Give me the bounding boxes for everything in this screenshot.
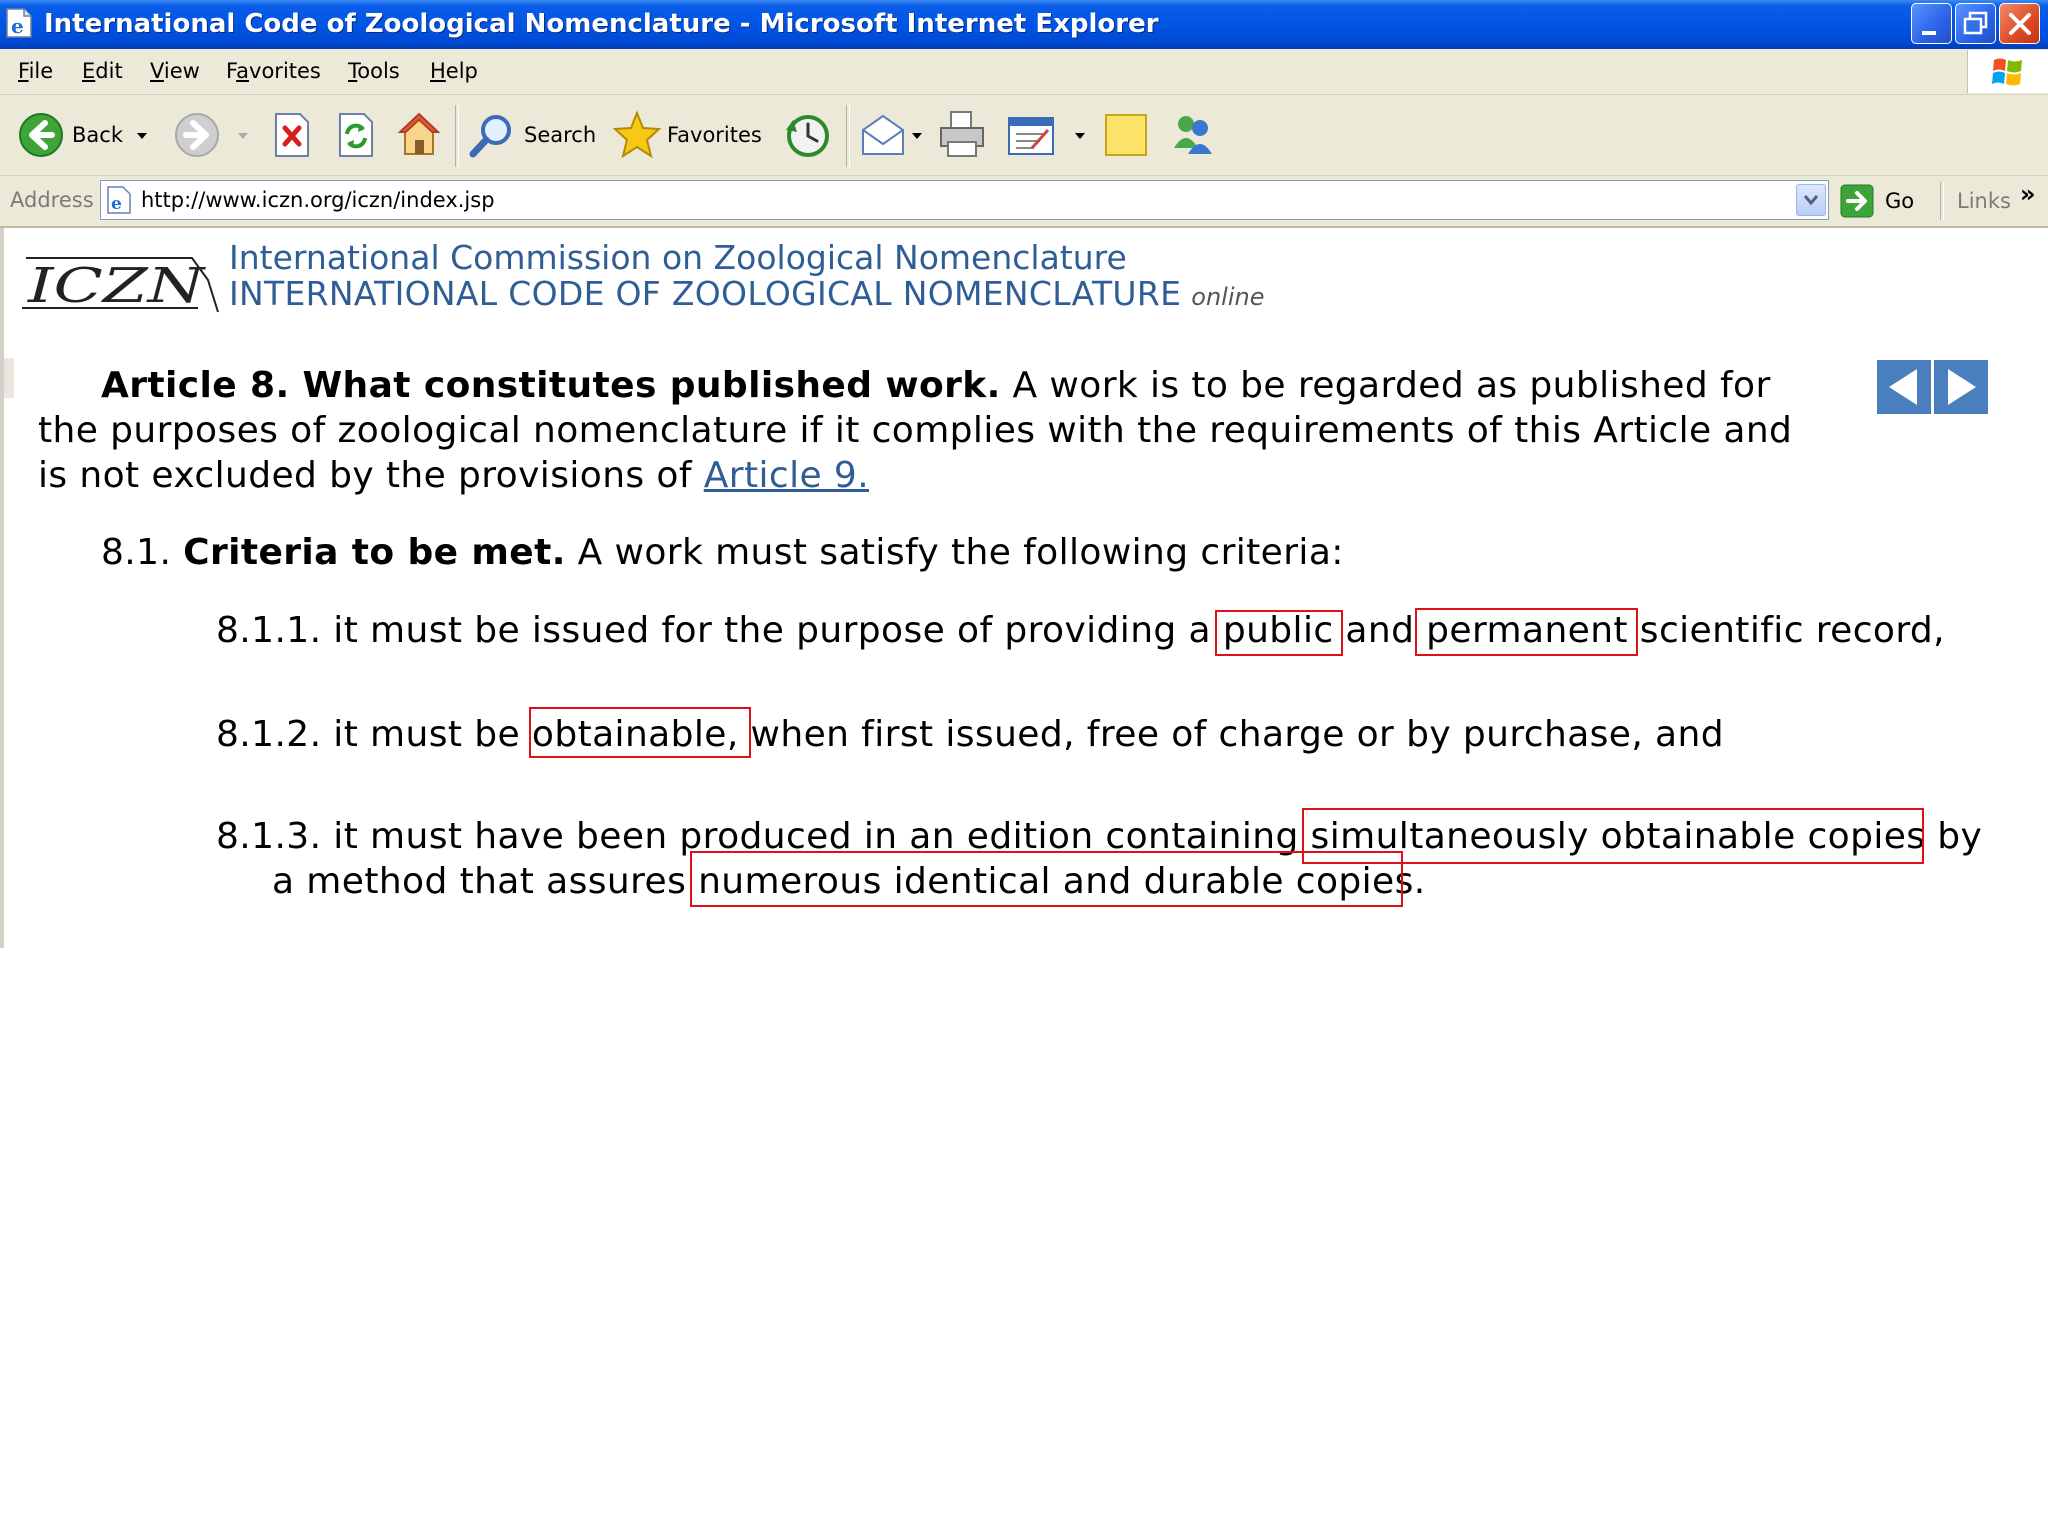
menu-file[interactable]: File xyxy=(18,57,53,85)
highlight-public xyxy=(1215,610,1343,656)
svg-text:e: e xyxy=(11,14,24,38)
criterion-8-1-1: 8.1.1. it must be issued for the purpose… xyxy=(216,610,1945,651)
article-heading: Article 8. What constitutes published wo… xyxy=(101,365,1001,406)
menu-view[interactable]: View xyxy=(150,57,200,85)
menu-help-label: elp xyxy=(445,59,478,83)
back-icon[interactable] xyxy=(18,112,64,158)
messenger-icon[interactable] xyxy=(1168,110,1218,160)
menu-tools-label: ools xyxy=(357,59,400,83)
back-dropdown-icon[interactable] xyxy=(137,133,147,139)
stop-icon[interactable] xyxy=(272,112,312,158)
previous-article-button[interactable] xyxy=(1877,360,1931,414)
address-dropdown-button[interactable] xyxy=(1796,184,1826,216)
menu-view-accel: V xyxy=(150,59,164,83)
address-input[interactable] xyxy=(141,185,1761,215)
address-bar: Address e Go Links » xyxy=(0,176,2048,228)
restore-icon xyxy=(1963,11,1988,35)
minimize-icon xyxy=(1922,31,1936,35)
window-title: International Code of Zoological Nomencl… xyxy=(44,9,1159,39)
chevron-down-icon xyxy=(1803,195,1819,206)
article-intro-line-2: the purposes of zoological nomenclature … xyxy=(38,410,1793,451)
refresh-icon[interactable] xyxy=(336,112,376,158)
menu-edit[interactable]: Edit xyxy=(82,57,123,85)
menu-file-label: ile xyxy=(28,59,54,83)
section-number: 8.1. xyxy=(101,532,184,573)
back-label[interactable]: Back xyxy=(72,121,123,149)
menu-view-label: iew xyxy=(163,59,200,83)
highlight-obtainable xyxy=(529,707,751,758)
svg-text:e: e xyxy=(111,194,122,214)
restore-button[interactable] xyxy=(1955,3,1996,44)
article-intro-text: A work is to be regarded as published fo… xyxy=(1000,365,1771,406)
article-9-link[interactable]: Article 9. xyxy=(704,455,869,496)
favorites-star-icon[interactable] xyxy=(612,110,662,160)
code-title: INTERNATIONAL CODE OF ZOOLOGICAL NOMENCL… xyxy=(229,274,1264,317)
standard-toolbar: Back Search Favorites xyxy=(0,95,2048,176)
links-button[interactable]: Links xyxy=(1957,187,2011,215)
menu-favorites[interactable]: Favorites xyxy=(226,57,321,85)
toolbar-separator xyxy=(1940,182,1944,220)
menu-help-accel: H xyxy=(430,59,446,83)
search-label[interactable]: Search xyxy=(524,121,596,149)
menu-bar: File Edit View Favorites Tools Help xyxy=(0,49,2048,95)
page-viewport: ICZN International Commission on Zoologi… xyxy=(0,228,2048,1536)
ie-page-icon[interactable]: e xyxy=(4,7,34,39)
toolbar-separator xyxy=(455,105,459,167)
toolbar-separator xyxy=(846,105,850,167)
code-title-text: INTERNATIONAL CODE OF ZOOLOGICAL NOMENCL… xyxy=(229,274,1182,313)
section-8-1: 8.1. Criteria to be met. A work must sat… xyxy=(101,530,1344,575)
commission-title: International Commission on Zoological N… xyxy=(229,238,1127,277)
highlight-numerous-identical-durable-copies xyxy=(690,851,1403,907)
address-label: Address xyxy=(10,188,94,212)
criterion-8-1-2: 8.1.2. it must be obtainable, when first… xyxy=(216,714,1724,755)
close-button[interactable] xyxy=(1999,3,2040,44)
discuss-icon[interactable] xyxy=(1103,112,1149,158)
history-icon[interactable] xyxy=(782,110,832,160)
section-text: A work must satisfy the following criter… xyxy=(565,532,1344,573)
forward-icon[interactable] xyxy=(174,112,220,158)
triangle-left-icon xyxy=(1889,369,1917,405)
go-button[interactable]: Go xyxy=(1885,187,1914,215)
windows-logo-icon xyxy=(1992,58,2022,86)
next-article-button[interactable] xyxy=(1934,360,1988,414)
go-arrow-icon[interactable] xyxy=(1840,184,1874,218)
mail-dropdown-icon[interactable] xyxy=(912,133,922,139)
menu-edit-label: dit xyxy=(95,59,123,83)
article-intro-text: is not excluded by the provisions of xyxy=(38,455,704,496)
minimize-button[interactable] xyxy=(1911,3,1952,44)
address-field[interactable]: e xyxy=(100,180,1829,220)
frame-resize-handle[interactable] xyxy=(4,358,14,398)
svg-text:ICZN: ICZN xyxy=(27,258,207,314)
close-icon xyxy=(2009,13,2031,35)
online-label: online xyxy=(1191,283,1265,311)
menu-edit-accel: E xyxy=(82,59,96,83)
triangle-right-icon xyxy=(1948,369,1976,405)
links-chevron-icon[interactable]: » xyxy=(2020,180,2036,208)
home-icon[interactable] xyxy=(396,110,442,158)
menu-file-accel: F xyxy=(18,59,29,83)
menu-tools-accel: T xyxy=(348,59,358,83)
menu-help[interactable]: Help xyxy=(430,57,478,85)
iczn-logo[interactable]: ICZN xyxy=(22,250,222,320)
frame-border xyxy=(0,228,4,948)
forward-dropdown-icon[interactable] xyxy=(238,133,248,139)
mail-icon[interactable] xyxy=(860,112,906,158)
edit-icon[interactable] xyxy=(1006,114,1056,158)
article-intro-line-1: Article 8. What constitutes published wo… xyxy=(101,363,1771,408)
ie-page-icon: e xyxy=(107,186,131,214)
menu-tools[interactable]: Tools xyxy=(348,57,400,85)
menu-favorites-prefix: F xyxy=(226,59,237,83)
title-bar[interactable]: e International Code of Zoological Nomen… xyxy=(0,0,2048,49)
print-icon[interactable] xyxy=(937,108,987,160)
section-title: Criteria to be met. xyxy=(183,532,566,573)
search-icon[interactable] xyxy=(468,112,516,160)
highlight-permanent xyxy=(1415,608,1638,656)
menu-favorites-accel: a xyxy=(236,59,250,83)
menu-favorites-label: vorites xyxy=(249,59,321,83)
favorites-label[interactable]: Favorites xyxy=(667,121,762,149)
article-intro-line-3: is not excluded by the provisions of Art… xyxy=(38,453,869,498)
edit-dropdown-icon[interactable] xyxy=(1075,133,1085,139)
